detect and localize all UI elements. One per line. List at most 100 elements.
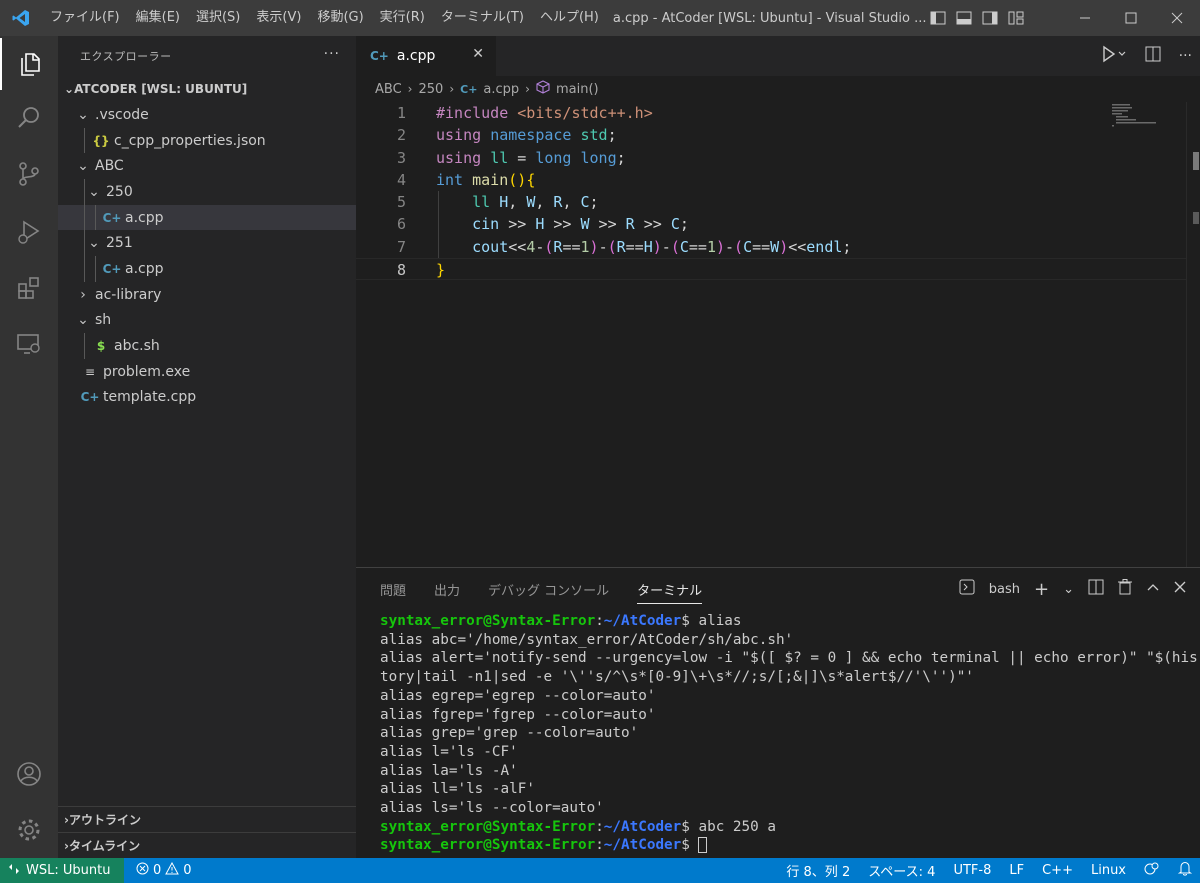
menu-item[interactable]: 編集(E)	[128, 0, 188, 36]
code-token: #include	[436, 104, 518, 122]
code-line: 6 cin >> H >> W >> R >> C;	[356, 213, 1186, 235]
panel-tab[interactable]: デバッグ コンソール	[488, 580, 609, 599]
code-text: }	[436, 259, 445, 281]
chevron-right-icon: ›	[407, 82, 413, 96]
tree-item[interactable]: ⌄ .vscode	[58, 102, 356, 128]
indentation[interactable]: スペース: 4	[868, 861, 935, 880]
menu-bar: ファイル(F) 編集(E) 選択(S) 表示(V) 移動(G) 実行(R) ターミナル(T)…	[42, 0, 607, 36]
platform[interactable]: Linux	[1091, 863, 1126, 878]
code-token: >>	[544, 215, 581, 234]
tree-item[interactable]: ⌄ 250	[58, 179, 356, 205]
panel-tab[interactable]: 出力	[434, 580, 460, 599]
tree-item-label: c_cpp_properties.json	[114, 132, 266, 149]
terminal-text: alias alert='notify-send --urgency=low -…	[380, 650, 1198, 667]
outline-section[interactable]: › アウトライン	[58, 806, 356, 832]
code-token: std	[580, 126, 608, 145]
terminal-line: alias fgrep='fgrep --color=auto'	[380, 706, 1192, 725]
code-text: cout<<4-(R==1)-(R==H)-(C==1)-(C==W)<<end…	[436, 236, 851, 258]
trash-icon[interactable]	[1118, 579, 1132, 599]
panel-tab[interactable]: ターミナル	[637, 580, 703, 604]
extensions-icon[interactable]	[0, 262, 58, 314]
tree-item[interactable]: ≡ problem.exe	[58, 359, 356, 385]
cursor-position[interactable]: 行 8、列 2	[786, 861, 850, 880]
tree-item[interactable]: $ abc.sh	[58, 333, 356, 359]
explorer-icon[interactable]	[0, 38, 58, 90]
code-token: ()	[508, 170, 527, 189]
error-count: 0	[153, 863, 162, 878]
toggle-secondary-sidebar-icon[interactable]	[980, 8, 1000, 28]
split-editor-icon[interactable]	[1145, 46, 1161, 66]
new-terminal-icon[interactable]: +	[1034, 579, 1049, 600]
toggle-primary-sidebar-icon[interactable]	[928, 8, 948, 28]
close-tab-icon[interactable]: ✕	[472, 46, 484, 62]
tree-item-label: a.cpp	[125, 209, 164, 226]
close-panel-icon[interactable]	[1174, 581, 1186, 597]
encoding[interactable]: UTF-8	[953, 863, 991, 878]
timeline-section[interactable]: › タイムライン	[58, 832, 356, 858]
source-control-icon[interactable]	[0, 148, 58, 200]
code-token: cout	[472, 237, 509, 256]
accounts-icon[interactable]	[0, 748, 58, 800]
terminal-output[interactable]: syntax_error@Syntax-Error:~/AtCoder$ ali…	[380, 612, 1198, 855]
more-actions-icon[interactable]: ···	[1179, 48, 1192, 64]
split-terminal-icon[interactable]	[1088, 579, 1104, 599]
settings-gear-icon[interactable]	[0, 804, 58, 856]
tab-label: a.cpp	[396, 48, 436, 64]
tree-item[interactable]: C+ a.cpp	[58, 204, 356, 231]
menu-item[interactable]: 実行(R)	[372, 0, 433, 36]
breadcrumb-item[interactable]: ABC	[375, 82, 402, 97]
tree-item[interactable]: ⌄ 251	[58, 230, 356, 257]
remote-explorer-icon[interactable]	[0, 318, 58, 370]
tab-a-cpp[interactable]: C+ a.cpp ✕	[356, 36, 496, 76]
terminal-command: alias	[689, 613, 742, 629]
editor-scrollbar[interactable]	[1186, 102, 1200, 567]
tree-item[interactable]: ⌄ sh	[58, 308, 356, 334]
panel-tab[interactable]: 問題	[380, 580, 406, 599]
close-window-icon[interactable]	[1154, 0, 1200, 36]
minimap[interactable]	[1112, 102, 1178, 132]
run-file-icon[interactable]	[1101, 45, 1127, 67]
search-icon[interactable]	[0, 92, 58, 144]
breadcrumb-item[interactable]: 250	[418, 82, 443, 97]
tree-item-label: .vscode	[95, 106, 149, 123]
notifications-bell-icon[interactable]	[1177, 861, 1193, 880]
customize-layout-icon[interactable]	[1006, 8, 1026, 28]
menu-item[interactable]: 選択(S)	[188, 0, 248, 36]
more-actions-icon[interactable]: ···	[324, 46, 340, 62]
maximize-icon[interactable]	[1108, 0, 1154, 36]
toggle-panel-icon[interactable]	[954, 8, 974, 28]
maximize-panel-icon[interactable]	[1146, 580, 1160, 598]
terminal-line: alias la='ls -A'	[380, 762, 1192, 781]
menu-item[interactable]: ヘルプ(H)	[532, 0, 607, 36]
feedback-icon[interactable]	[1144, 862, 1160, 880]
menu-item[interactable]: 表示(V)	[248, 0, 309, 36]
code-token: 4	[526, 237, 536, 256]
timeline-label: タイムライン	[68, 839, 141, 853]
code-editor[interactable]: 1 #include <bits/stdc++.h> 2 using namespac…	[356, 102, 1186, 281]
breadcrumb-item[interactable]: a.cpp	[483, 82, 519, 97]
tree-item[interactable]: C+ template.cpp	[58, 385, 356, 411]
language-mode[interactable]: C++	[1042, 863, 1073, 878]
workspace-root[interactable]: ⌄ ATCODER [WSL: UBUNTU]	[58, 76, 356, 102]
tree-item[interactable]: C+ a.cpp	[58, 256, 356, 282]
problems-indicator[interactable]: 0 0	[136, 861, 192, 879]
tree-item[interactable]: › ac-library	[58, 282, 356, 308]
menu-item[interactable]: ターミナル(T)	[433, 0, 532, 36]
tree-item[interactable]: ⌄ ABC	[58, 153, 356, 179]
minimize-icon[interactable]	[1062, 0, 1108, 36]
end-of-line[interactable]: LF	[1009, 863, 1024, 878]
terminal-text: alias ll='ls -alF'	[380, 781, 535, 798]
remote-indicator[interactable]: WSL: Ubuntu	[0, 858, 124, 883]
menu-item[interactable]: 移動(G)	[309, 0, 371, 36]
menu-item[interactable]: ファイル(F)	[42, 0, 128, 36]
prompt-path: ~/AtCoder	[603, 613, 682, 629]
chevron-down-icon[interactable]: ⌄	[1063, 582, 1074, 597]
prompt-path: ~/AtCoder	[603, 818, 682, 835]
tree-item[interactable]: {} c_cpp_properties.json	[58, 127, 356, 154]
terminal-shell-label[interactable]: bash	[989, 582, 1020, 597]
run-debug-icon[interactable]	[0, 206, 58, 258]
code-token: -	[661, 237, 671, 256]
code-text: cin >> H >> W >> R >> C;	[436, 213, 689, 235]
breadcrumb-item[interactable]: main()	[556, 82, 599, 97]
